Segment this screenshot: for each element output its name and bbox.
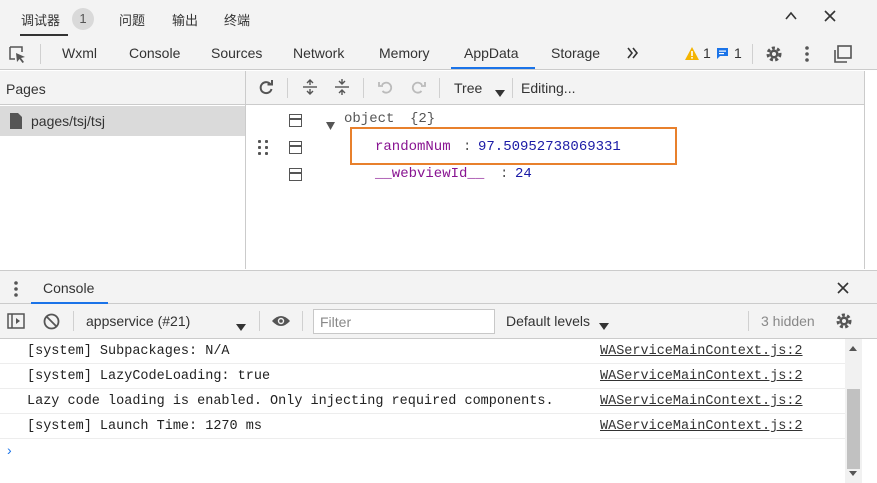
console-drawer-header: Console bbox=[0, 270, 877, 304]
undock-icon[interactable] bbox=[833, 44, 853, 67]
title-tab-underline bbox=[20, 34, 68, 36]
tab-console[interactable]: Console bbox=[129, 45, 180, 61]
inspect-element-icon[interactable] bbox=[8, 45, 28, 68]
caret-down-icon[interactable] bbox=[599, 317, 609, 333]
page-item-label: pages/tsj/tsj bbox=[31, 113, 105, 129]
eye-icon[interactable] bbox=[271, 314, 291, 331]
tree-colon: : bbox=[500, 166, 509, 182]
divider bbox=[259, 311, 260, 331]
title-bar: 调试器 1 问题 输出 终端 bbox=[0, 0, 877, 38]
row-menu-icon[interactable] bbox=[289, 168, 302, 181]
log-row: [system] Launch Time: 1270 ms WAServiceM… bbox=[0, 414, 845, 439]
divider bbox=[512, 78, 513, 98]
tab-output[interactable]: 输出 bbox=[172, 10, 198, 29]
highlight-annotation-box bbox=[350, 127, 677, 165]
scroll-up-icon[interactable] bbox=[849, 346, 857, 351]
close-icon[interactable] bbox=[836, 281, 850, 298]
divider bbox=[439, 78, 440, 98]
scroll-thumb[interactable] bbox=[847, 389, 860, 469]
log-message: [system] Launch Time: 1270 ms bbox=[27, 419, 262, 434]
caret-down-icon[interactable] bbox=[236, 318, 246, 334]
tree-value-webviewid[interactable]: 24 bbox=[515, 166, 532, 182]
log-source-link[interactable]: WAServiceMainContext.js:2 bbox=[600, 419, 803, 434]
warning-icon[interactable] bbox=[685, 47, 699, 63]
divider bbox=[40, 44, 41, 64]
tab-memory[interactable]: Memory bbox=[379, 45, 430, 61]
redo-icon[interactable] bbox=[409, 79, 427, 97]
message-count: 1 bbox=[734, 45, 742, 61]
tab-appdata[interactable]: AppData bbox=[464, 45, 518, 61]
scroll-down-icon[interactable] bbox=[849, 471, 857, 476]
tab-console-drawer[interactable]: Console bbox=[43, 280, 94, 296]
gear-icon[interactable] bbox=[764, 44, 784, 67]
log-row: Lazy code loading is enabled. Only injec… bbox=[0, 389, 845, 414]
context-select[interactable]: appservice (#21) bbox=[86, 313, 190, 329]
log-message: Lazy code loading is enabled. Only injec… bbox=[27, 394, 554, 409]
tab-terminal[interactable]: 终端 bbox=[224, 10, 250, 29]
active-tab-indicator bbox=[451, 67, 535, 69]
more-tabs-icon[interactable] bbox=[626, 46, 640, 63]
hidden-count: 3 hidden bbox=[761, 313, 815, 329]
log-source-link[interactable]: WAServiceMainContext.js:2 bbox=[600, 394, 803, 409]
drag-handle-icon[interactable] bbox=[258, 140, 270, 156]
refresh-icon[interactable] bbox=[257, 79, 275, 97]
log-message: [system] Subpackages: N/A bbox=[27, 344, 230, 359]
editing-status: Editing... bbox=[521, 80, 576, 96]
expand-all-icon[interactable] bbox=[301, 79, 319, 97]
tree-root-label: object bbox=[344, 111, 395, 127]
tab-storage[interactable]: Storage bbox=[551, 45, 600, 61]
console-toolbar: appservice (#21) Default levels 3 hidden bbox=[0, 304, 877, 339]
view-mode-select[interactable]: Tree bbox=[454, 80, 482, 96]
more-vertical-icon[interactable] bbox=[804, 45, 810, 66]
devtools-tab-bar: Wxml Console Sources Network Memory AppD… bbox=[0, 38, 877, 70]
file-icon bbox=[10, 113, 22, 132]
log-source-link[interactable]: WAServiceMainContext.js:2 bbox=[600, 369, 803, 384]
log-row: [system] Subpackages: N/A WAServiceMainC… bbox=[0, 339, 845, 364]
divider bbox=[752, 44, 753, 64]
divider bbox=[748, 311, 749, 331]
more-vertical-icon[interactable] bbox=[13, 280, 19, 301]
log-row: [system] LazyCodeLoading: true WAService… bbox=[0, 364, 845, 389]
appdata-toolbar: Tree Editing... bbox=[246, 71, 864, 105]
tab-wxml[interactable]: Wxml bbox=[62, 45, 97, 61]
sidebar-toggle-icon[interactable] bbox=[7, 313, 25, 332]
gear-icon[interactable] bbox=[834, 311, 854, 334]
chevron-up-icon[interactable] bbox=[781, 9, 801, 29]
log-message: [system] LazyCodeLoading: true bbox=[27, 369, 271, 384]
page-item[interactable]: pages/tsj/tsj bbox=[0, 106, 245, 136]
log-levels-select[interactable]: Default levels bbox=[506, 313, 590, 329]
warning-count: 1 bbox=[703, 45, 711, 61]
tab-sources[interactable]: Sources bbox=[211, 45, 262, 61]
message-icon[interactable] bbox=[716, 47, 729, 63]
pages-title: Pages bbox=[6, 81, 46, 97]
close-icon[interactable] bbox=[820, 9, 840, 29]
undo-icon[interactable] bbox=[377, 79, 395, 97]
issue-count-badge: 1 bbox=[72, 8, 94, 30]
divider bbox=[363, 78, 364, 98]
log-source-link[interactable]: WAServiceMainContext.js:2 bbox=[600, 344, 803, 359]
clear-console-icon[interactable] bbox=[43, 313, 60, 333]
console-scrollbar[interactable] bbox=[845, 339, 862, 483]
console-log-area: [system] Subpackages: N/A WAServiceMainC… bbox=[0, 339, 845, 483]
tab-issues[interactable]: 问题 bbox=[119, 10, 145, 29]
filter-input[interactable] bbox=[313, 309, 495, 334]
tree-key-webviewid[interactable]: __webviewId__ bbox=[375, 166, 484, 182]
row-menu-icon[interactable] bbox=[289, 141, 302, 154]
collapse-all-icon[interactable] bbox=[333, 79, 351, 97]
console-prompt[interactable]: › bbox=[7, 442, 12, 458]
tab-debugger[interactable]: 调试器 bbox=[21, 10, 60, 29]
right-gutter bbox=[864, 71, 877, 269]
pages-header: Pages bbox=[0, 71, 245, 105]
divider bbox=[302, 311, 303, 331]
tab-network[interactable]: Network bbox=[293, 45, 344, 61]
divider bbox=[73, 311, 74, 331]
triangle-down-icon[interactable] bbox=[326, 117, 335, 133]
row-menu-icon[interactable] bbox=[289, 114, 302, 127]
caret-down-icon[interactable] bbox=[495, 84, 505, 100]
tree-root-count: {2} bbox=[410, 111, 436, 127]
divider bbox=[287, 78, 288, 98]
